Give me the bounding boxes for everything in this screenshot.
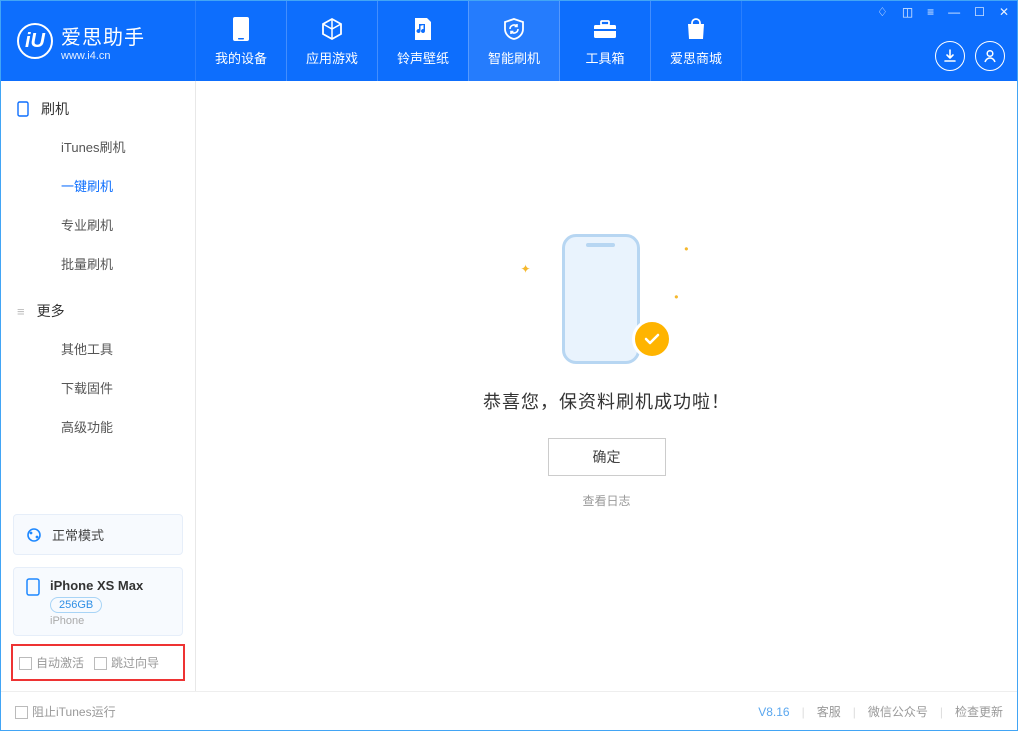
wechat-link[interactable]: 微信公众号 [868, 703, 928, 720]
app-name: 爱思助手 [61, 21, 145, 50]
check-update-link[interactable]: 检查更新 [955, 703, 1003, 720]
sidebar-group-more: ≡ 更多 [1, 283, 195, 329]
success-message: 恭喜您，保资料刷机成功啦！ [483, 388, 730, 414]
main-content: ✦ • • 恭喜您，保资料刷机成功啦！ 确定 查看日志 [196, 81, 1017, 691]
phone-icon [26, 578, 40, 596]
phone-illustration-icon [562, 234, 640, 364]
list-icon: ≡ [17, 304, 25, 319]
bottom-options: 自动激活 跳过向导 [11, 644, 185, 681]
music-file-icon [410, 16, 436, 42]
refresh-shield-icon [501, 16, 527, 42]
check-badge-icon [632, 319, 672, 359]
skip-guide-checkbox[interactable]: 跳过向导 [94, 654, 159, 671]
nav-tabs: 我的设备 应用游戏 铃声壁纸 智能刷机 工具箱 爱思商城 [196, 1, 742, 81]
sparkle-icon: • [674, 290, 678, 304]
tab-flash[interactable]: 智能刷机 [468, 1, 560, 81]
mode-box[interactable]: 正常模式 [13, 514, 183, 555]
menu-icon[interactable]: ≡ [927, 5, 934, 19]
sidebar-item-advanced[interactable]: 高级功能 [1, 407, 195, 446]
tab-apps[interactable]: 应用游戏 [286, 1, 378, 81]
maximize-button[interactable]: ☐ [974, 5, 985, 19]
block-itunes-checkbox[interactable]: 阻止iTunes运行 [15, 703, 116, 720]
minimize-button[interactable]: — [948, 5, 960, 19]
sidebar-item-oneclick[interactable]: 一键刷机 [1, 166, 195, 205]
sidebar-group-label: 更多 [37, 301, 65, 321]
tab-my-device[interactable]: 我的设备 [195, 1, 287, 81]
support-link[interactable]: 客服 [817, 703, 841, 720]
ok-button[interactable]: 确定 [548, 438, 666, 476]
shirt-icon[interactable]: ♢ [877, 5, 888, 19]
statusbar: 阻止iTunes运行 V8.16 | 客服 | 微信公众号 | 检查更新 [1, 691, 1017, 731]
logo-icon: iU [17, 23, 53, 59]
sidebar: 刷机 iTunes刷机 一键刷机 专业刷机 批量刷机 ≡ 更多 其他工具 下载固… [1, 81, 196, 691]
logo-area: iU 爱思助手 www.i4.cn [1, 21, 196, 62]
download-button[interactable] [935, 41, 965, 71]
logo-text: 爱思助手 www.i4.cn [61, 21, 145, 62]
view-log-link[interactable]: 查看日志 [582, 492, 630, 509]
success-illustration: ✦ • • [537, 224, 677, 364]
title-round-buttons [935, 41, 1005, 71]
toolbox-icon [592, 16, 618, 42]
phone-small-icon [17, 101, 29, 117]
sidebar-item-other[interactable]: 其他工具 [1, 329, 195, 368]
cube-small-icon[interactable]: ◫ [902, 5, 913, 19]
app-site: www.i4.cn [61, 50, 145, 62]
auto-activate-checkbox[interactable]: 自动激活 [19, 654, 84, 671]
sidebar-group-flash: 刷机 [1, 81, 195, 127]
sidebar-item-firmware[interactable]: 下载固件 [1, 368, 195, 407]
sidebar-item-pro[interactable]: 专业刷机 [1, 205, 195, 244]
titlebar: iU 爱思助手 www.i4.cn 我的设备 应用游戏 铃声壁纸 智能刷机 工具… [1, 1, 1017, 81]
mode-icon [26, 527, 42, 543]
version-label: V8.16 [758, 705, 789, 719]
close-button[interactable]: ✕ [999, 5, 1009, 19]
sidebar-group-label: 刷机 [41, 99, 69, 119]
window-controls: ♢ ◫ ≡ — ☐ ✕ [877, 5, 1009, 19]
cube-icon [319, 16, 345, 42]
sidebar-item-batch[interactable]: 批量刷机 [1, 244, 195, 283]
tab-ringtones[interactable]: 铃声壁纸 [377, 1, 469, 81]
bag-icon [683, 16, 709, 42]
sparkle-icon: ✦ [521, 262, 531, 276]
device-icon [228, 16, 254, 42]
device-capacity: 256GB [50, 597, 102, 613]
mode-label: 正常模式 [52, 525, 104, 544]
sidebar-item-itunes[interactable]: iTunes刷机 [1, 127, 195, 166]
body: 刷机 iTunes刷机 一键刷机 专业刷机 批量刷机 ≡ 更多 其他工具 下载固… [1, 81, 1017, 691]
account-button[interactable] [975, 41, 1005, 71]
sparkle-icon: • [684, 242, 688, 256]
device-name: iPhone XS Max [50, 578, 143, 593]
tab-toolbox[interactable]: 工具箱 [559, 1, 651, 81]
device-platform: iPhone [50, 615, 143, 627]
device-box[interactable]: iPhone XS Max 256GB iPhone [13, 567, 183, 636]
tab-store[interactable]: 爱思商城 [650, 1, 742, 81]
